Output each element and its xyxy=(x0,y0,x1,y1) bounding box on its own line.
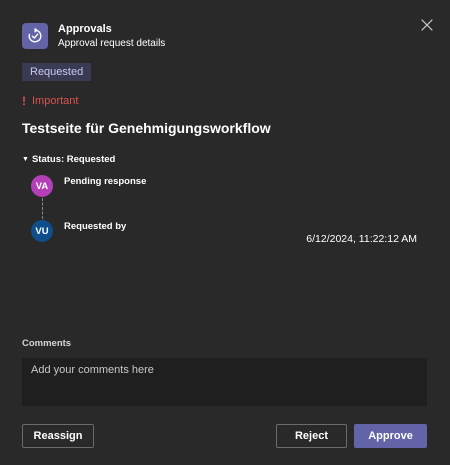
approvals-icon xyxy=(22,23,48,49)
priority-indicator: ! Important xyxy=(22,94,78,108)
avatar: VA xyxy=(31,175,53,197)
approval-details-dialog: Approvals Approval request details Reque… xyxy=(0,0,450,465)
exclamation-icon: ! xyxy=(22,94,26,108)
priority-label: Important xyxy=(32,95,79,107)
app-subtitle: Approval request details xyxy=(58,38,166,49)
comments-input[interactable] xyxy=(22,358,427,406)
status-header-label: Status: Requested xyxy=(31,154,116,165)
request-title: Testseite für Genehmigungsworkflow xyxy=(22,120,271,136)
request-timestamp: 6/12/2024, 11:22:12 AM xyxy=(306,233,417,245)
avatar: VU xyxy=(31,220,53,242)
close-button[interactable] xyxy=(418,16,436,34)
approvals-glyph xyxy=(28,28,42,43)
timeline-connector xyxy=(42,198,43,219)
comments-label: Comments xyxy=(22,338,72,349)
status-badge: Requested xyxy=(22,63,92,81)
timeline-item-label: Pending response xyxy=(64,176,147,187)
timeline-item-label: Requested by xyxy=(64,221,127,232)
reassign-button[interactable]: Reassign xyxy=(22,424,94,448)
approve-button[interactable]: Approve xyxy=(354,424,427,448)
app-title: Approvals xyxy=(58,23,112,35)
reject-button[interactable]: Reject xyxy=(276,424,347,448)
caret-down-icon: ▼ xyxy=(22,156,29,163)
status-toggle[interactable]: ▼ Status: Requested xyxy=(22,154,115,165)
close-icon xyxy=(421,19,433,31)
